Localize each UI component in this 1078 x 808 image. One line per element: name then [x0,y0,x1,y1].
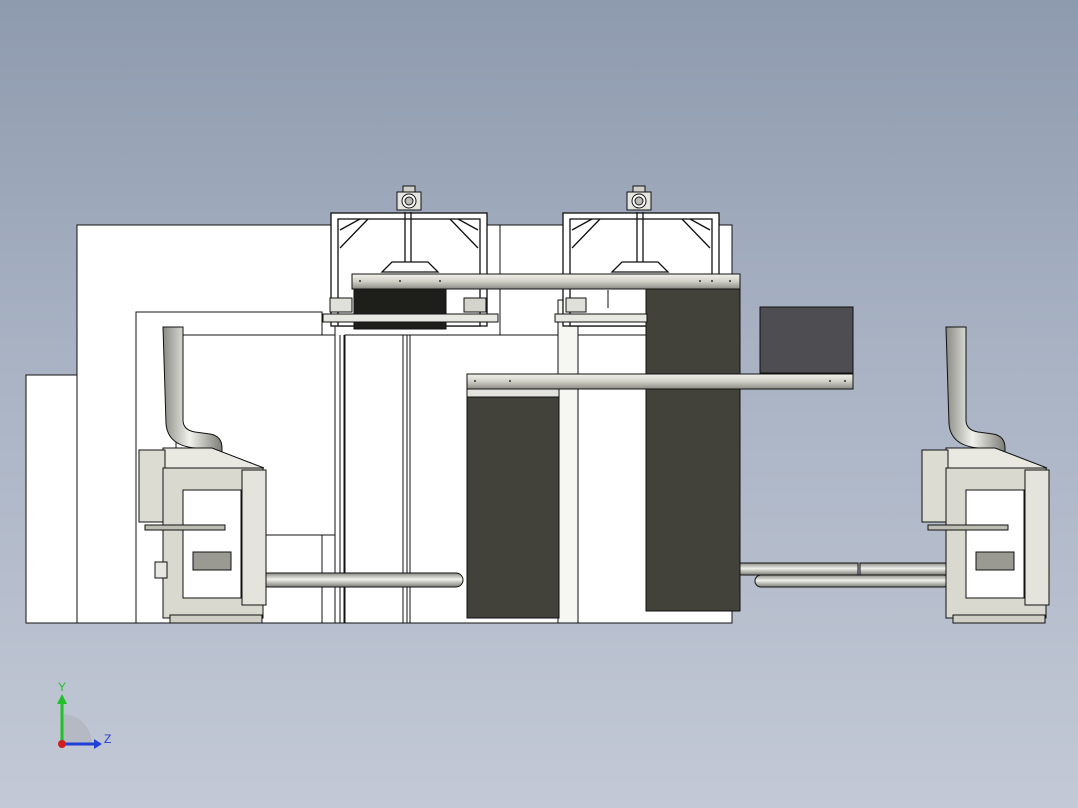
assembly-drawing [25,185,1050,624]
lower-beam [466,373,854,390]
z-axis-label: Z [104,732,112,746]
tall-dark-panel [645,288,741,612]
grey-box [759,306,854,374]
upper-beam [351,273,741,290]
triad-graphic [57,694,102,749]
coordinate-triad: Y Z [40,680,130,760]
y-axis-label: Y [58,680,67,694]
black-panel [353,288,447,330]
cad-viewport[interactable]: Y Z [0,0,1078,808]
camera-right [626,185,652,211]
camera-left [396,185,422,211]
lower-dark-panel [466,396,560,619]
